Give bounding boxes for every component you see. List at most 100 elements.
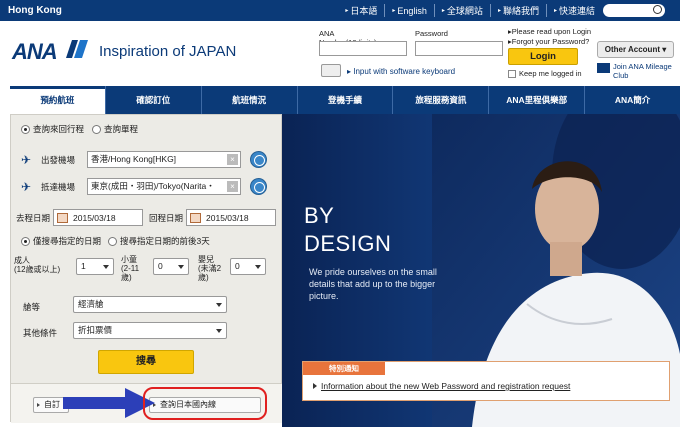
forgot-password-link[interactable]: ▸Forgot your Password? bbox=[508, 37, 591, 46]
top-links: ▸ 日本語 ▸ English ▸ 全球網站 ▸ 聯絡我們 ▸ 快速連結 bbox=[338, 4, 672, 17]
site-search-input[interactable] bbox=[603, 4, 665, 17]
login-button[interactable]: Login bbox=[508, 48, 578, 65]
ana-logo[interactable]: ANA bbox=[12, 39, 58, 65]
hero-title-line2: DESIGN bbox=[304, 231, 392, 256]
return-date-input[interactable]: 2015/03/18 bbox=[186, 209, 277, 226]
chevron-down-icon bbox=[255, 265, 261, 269]
notice-link[interactable]: Information about the new Web Password a… bbox=[313, 381, 570, 391]
link-contact-us[interactable]: ▸ 聯絡我們 bbox=[489, 4, 546, 17]
search-button[interactable]: 搜尋 bbox=[98, 350, 194, 374]
depart-date-label: 去程日期 bbox=[16, 212, 51, 223]
link-english[interactable]: ▸ English bbox=[384, 4, 434, 17]
globe-icon[interactable] bbox=[250, 178, 267, 195]
flexible-date-label: 搜尋指定日期的前後3天 bbox=[120, 236, 210, 246]
keep-logged-in[interactable]: Keep me logged in bbox=[508, 69, 582, 78]
depart-date-value: 2015/03/18 bbox=[73, 212, 116, 223]
departure-airport-value: 香港/Hong Kong[HKG] bbox=[91, 154, 177, 164]
keep-logged-in-label: Keep me logged in bbox=[519, 69, 582, 78]
please-read-label: Please read upon Login bbox=[511, 27, 591, 36]
tab-about-ana[interactable]: ANA簡介 bbox=[584, 86, 680, 114]
cabin-select[interactable]: 經濟艙 bbox=[73, 296, 227, 313]
notice-tab: 特別通知 bbox=[303, 362, 385, 375]
link-global-site-label: 全球網站 bbox=[446, 6, 483, 16]
date-row: 去程日期 2015/03/18 回程日期 2015/03/18 bbox=[16, 209, 277, 226]
link-japanese[interactable]: ▸ 日本語 bbox=[338, 4, 384, 17]
arrival-label: 抵達機場 bbox=[41, 181, 76, 192]
main-nav: 預約航班 確認訂位 航班情況 登機手續 旅程服務資訊 ANA里程俱樂部 ANA簡… bbox=[10, 86, 680, 114]
hero-title: BY DESIGN bbox=[304, 202, 391, 258]
keep-logged-in-checkbox[interactable] bbox=[508, 69, 516, 78]
round-trip-option[interactable]: 查詢來回行程 bbox=[21, 123, 84, 135]
adult-select[interactable]: 1 bbox=[76, 258, 114, 275]
child-select[interactable]: 0 bbox=[153, 258, 189, 275]
flexible-date-option[interactable]: 搜尋指定日期的前後3天 bbox=[108, 235, 210, 247]
flexible-date-radio[interactable] bbox=[108, 236, 118, 246]
caret-right-icon: ▸ bbox=[441, 8, 445, 14]
logo-stripes-icon bbox=[66, 40, 88, 58]
search-icon[interactable] bbox=[653, 5, 662, 14]
infant-value: 0 bbox=[235, 261, 240, 271]
arrival-airport-input[interactable]: 東京(成田・羽田)/Tokyo(Narita・ × bbox=[87, 178, 241, 195]
cabin-value: 經濟艙 bbox=[78, 299, 104, 309]
infant-label: 嬰兒 (未滿2 歲) bbox=[198, 255, 222, 282]
one-way-radio[interactable] bbox=[92, 124, 102, 134]
please-read-link[interactable]: ▸Please read upon Login bbox=[508, 27, 591, 36]
one-way-option[interactable]: 查詢單程 bbox=[92, 123, 138, 135]
tab-check-in[interactable]: 登機手續 bbox=[296, 86, 393, 114]
date-option-group: 僅搜尋指定的日期 搜尋指定日期的前後3天 bbox=[21, 235, 210, 247]
trip-type-group: 查詢來回行程 查詢單程 bbox=[21, 123, 138, 135]
clear-icon[interactable]: × bbox=[227, 154, 238, 165]
booking-panel: 查詢來回行程 查詢單程 ✈ 出發機場 香港/Hong Kong[HKG] × ✈ … bbox=[10, 114, 283, 423]
tab-confirm-booking[interactable]: 確認訂位 bbox=[104, 86, 201, 114]
departure-label: 出發機場 bbox=[41, 154, 76, 165]
conditions-label: 其他條件 bbox=[23, 328, 58, 338]
round-trip-label: 查詢來回行程 bbox=[33, 124, 85, 134]
chevron-down-icon bbox=[216, 303, 222, 307]
arrival-row: ✈ 抵達機場 東京(成田・羽田)/Tokyo(Narita・ × bbox=[21, 178, 267, 195]
custom-search-label: 自訂 bbox=[44, 400, 60, 409]
tab-flight-status[interactable]: 航班情況 bbox=[200, 86, 297, 114]
password-input[interactable] bbox=[415, 41, 503, 56]
software-keyboard-label: Input with software keyboard bbox=[353, 67, 456, 76]
globe-icon[interactable] bbox=[250, 151, 267, 168]
join-mileage-club-link[interactable]: Join ANA Mileage Club bbox=[597, 62, 677, 80]
tab-travel-info[interactable]: 旅程服務資訊 bbox=[392, 86, 488, 114]
software-keyboard-link[interactable]: ▸ Input with software keyboard bbox=[347, 67, 455, 76]
infant-select[interactable]: 0 bbox=[230, 258, 266, 275]
link-global-site[interactable]: ▸ 全球網站 bbox=[433, 4, 490, 17]
hero-banner[interactable]: BY DESIGN We pride ourselves on the smal… bbox=[282, 114, 680, 427]
depart-date-input[interactable]: 2015/03/18 bbox=[53, 209, 144, 226]
ana-number-input[interactable] bbox=[319, 41, 407, 56]
exact-date-label: 僅搜尋指定的日期 bbox=[33, 236, 102, 246]
clear-icon[interactable]: × bbox=[227, 181, 238, 192]
notice-link-label: Information about the new Web Password a… bbox=[321, 381, 571, 391]
hero-subtitle: We pride ourselves on the small details … bbox=[309, 267, 437, 301]
password-label: Password bbox=[415, 29, 448, 38]
other-account-button[interactable]: Other Account ▾ bbox=[597, 41, 674, 58]
return-date-value: 2015/03/18 bbox=[206, 212, 249, 223]
calendar-icon[interactable] bbox=[57, 212, 69, 223]
conditions-select[interactable]: 折扣票價 bbox=[73, 322, 227, 339]
hero-title-line1: BY bbox=[304, 203, 335, 228]
header: ANA Inspiration of JAPAN ANA Number(10di… bbox=[0, 21, 680, 84]
exact-date-option[interactable]: 僅搜尋指定的日期 bbox=[21, 235, 101, 247]
adult-label: 成人 (12歲或以上) bbox=[14, 256, 61, 274]
other-account-label: Other Account bbox=[604, 45, 660, 54]
exact-date-radio[interactable] bbox=[21, 236, 30, 246]
departure-airport-input[interactable]: 香港/Hong Kong[HKG] × bbox=[87, 151, 241, 168]
link-quick-links[interactable]: ▸ 快速連結 bbox=[545, 4, 672, 17]
keyboard-icon[interactable] bbox=[321, 64, 341, 77]
forgot-password-label: Forgot your Password? bbox=[511, 37, 590, 46]
mileage-club-icon bbox=[597, 63, 610, 73]
tab-mileage-club[interactable]: ANA里程俱樂部 bbox=[488, 86, 584, 114]
tagline: Inspiration of JAPAN bbox=[99, 43, 237, 60]
caret-right-icon: ▸ bbox=[553, 8, 557, 14]
cabin-label: 艙等 bbox=[23, 302, 41, 312]
special-notice: 特別通知 Information about the new Web Passw… bbox=[302, 361, 670, 401]
tab-book-flights[interactable]: 預約航班 bbox=[10, 86, 105, 114]
login-actions: ▸Please read upon Login ▸Forgot your Pas… bbox=[508, 27, 591, 78]
arrival-plane-icon: ✈ bbox=[21, 179, 32, 194]
round-trip-radio[interactable] bbox=[21, 124, 30, 134]
caret-right-icon bbox=[37, 403, 40, 407]
calendar-icon[interactable] bbox=[190, 212, 202, 223]
